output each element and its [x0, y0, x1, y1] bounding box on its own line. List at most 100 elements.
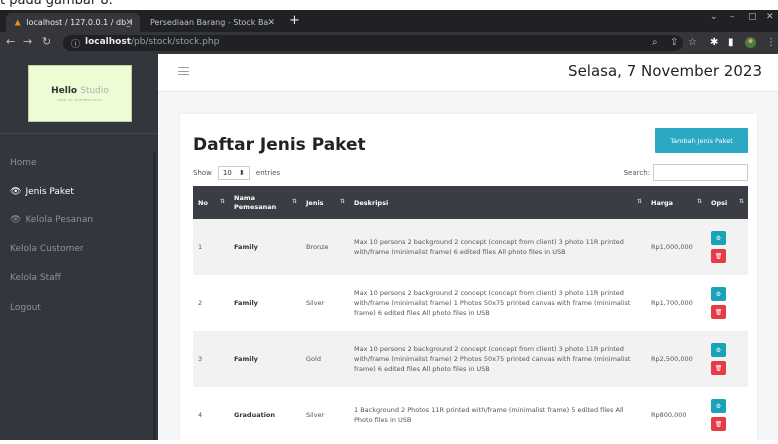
cell-opsi: ⚙ 🗑	[706, 331, 748, 387]
edit-button[interactable]: ⚙	[711, 343, 726, 357]
column-header-jenis[interactable]: Jenis ⇅	[301, 186, 349, 219]
header-label: Nama Pemesanan	[234, 193, 277, 211]
new-tab-button[interactable]: +	[289, 13, 300, 28]
site-info-icon[interactable]: ⓘ	[71, 37, 80, 50]
main-header: Selasa, 7 November 2023	[158, 54, 778, 92]
cell-no: 1	[193, 219, 229, 275]
sort-icon: ⇅	[696, 198, 702, 205]
share-icon[interactable]: ⇪	[670, 37, 678, 48]
tab-search-icon[interactable]: ⌄	[710, 12, 718, 22]
logo-lite: Studio	[80, 86, 109, 96]
sidebar-item-jenis-paket[interactable]: 👁 Jenis Paket	[10, 187, 74, 197]
sort-icon: ⇅	[738, 198, 744, 205]
cell-deskripsi: Max 10 persons 2 background 2 concept (c…	[349, 331, 646, 387]
hamburger-menu-icon[interactable]	[178, 67, 189, 75]
main-content: Daftar Jenis Paket Tambah Jenis Paket Sh…	[158, 92, 778, 444]
entries-control: Show 10 ⬍ entries	[193, 166, 280, 180]
column-header-deskripsi[interactable]: Deskripsi ⇅	[349, 186, 646, 219]
forward-icon[interactable]: →	[23, 35, 32, 48]
sort-icon: ⇅	[339, 198, 345, 205]
close-window-icon[interactable]: ✕	[766, 12, 774, 22]
trash-icon: 🗑	[714, 364, 723, 372]
browser-tab-phpmyadmin[interactable]: localhost / 127.0.0.1 / db_hello | ✕	[6, 13, 140, 32]
gear-icon: ⚙	[715, 346, 722, 354]
zoom-icon[interactable]: ⌕	[652, 37, 658, 48]
sort-icon: ⇅	[636, 198, 642, 205]
delete-button[interactable]: 🗑	[711, 305, 726, 319]
column-header-harga[interactable]: Harga ⇅	[646, 186, 706, 219]
entries-label: entries	[255, 169, 281, 177]
url-field[interactable]: ⓘ localhost/pb/stock/stock.php	[63, 35, 683, 51]
cell-jenis: Gold	[301, 331, 349, 387]
profile-avatar-icon[interactable]	[745, 37, 756, 51]
trash-icon: 🗑	[714, 308, 723, 316]
cell-harga: Rp1,000,000	[646, 219, 706, 275]
search-input[interactable]	[653, 164, 748, 181]
current-date: Selasa, 7 November 2023	[568, 62, 762, 80]
cell-no: 4	[193, 387, 229, 443]
delete-button[interactable]: 🗑	[711, 417, 726, 431]
header-label: Opsi	[711, 198, 728, 207]
phpmyadmin-icon	[14, 19, 21, 26]
close-tab-icon[interactable]: ✕	[125, 18, 133, 28]
tab-label: Persediaan Barang - Stock Barar	[150, 18, 268, 27]
edit-button[interactable]: ⚙	[711, 287, 726, 301]
minimize-icon[interactable]: –	[730, 12, 735, 22]
sidebar-scrollbar[interactable]	[153, 152, 156, 440]
sidebar-divider	[0, 133, 158, 134]
cell-jenis: Bronze	[301, 219, 349, 275]
header-label: Deskripsi	[354, 198, 389, 207]
column-header-opsi[interactable]: Opsi ⇅	[706, 186, 748, 219]
sidebar-item-home[interactable]: Home	[10, 158, 37, 168]
column-header-nama-pemesanan[interactable]: Nama Pemesanan ⇅	[229, 186, 301, 219]
edit-button[interactable]: ⚙	[711, 399, 726, 413]
sidebar-item-kelola-pesanan[interactable]: 👁 Kelola Pesanan	[10, 215, 93, 225]
cell-opsi: ⚙ 🗑	[706, 387, 748, 443]
eye-icon: 👁	[10, 215, 22, 225]
url-text: localhost/pb/stock/stock.php	[85, 37, 219, 47]
sort-icon: ⇅	[291, 198, 297, 205]
table-row: 2 Family Silver Max 10 persons 2 backgro…	[193, 275, 748, 331]
sidebar-item-label: Kelola Pesanan	[25, 215, 94, 225]
sidebar-item-label: Kelola Customer	[10, 244, 84, 254]
header-label: No	[198, 198, 208, 207]
browser-tab-stock[interactable]: Persediaan Barang - Stock Barar ✕	[142, 13, 282, 32]
sidepanel-icon[interactable]: ▮	[728, 37, 734, 48]
cell-nama: Family	[229, 331, 301, 387]
close-tab-icon[interactable]: ✕	[267, 18, 275, 28]
cell-jenis: Silver	[301, 275, 349, 331]
browser-address-bar: ← → ↻ ⓘ localhost/pb/stock/stock.php ⌕ ⇪…	[0, 32, 778, 54]
browser-menu-icon[interactable]: ⋮	[766, 37, 776, 48]
caption-strip: t pada gambar 8.	[0, 0, 778, 10]
cell-nama: Family	[229, 219, 301, 275]
cell-jenis: Silver	[301, 387, 349, 443]
cell-deskripsi: Max 10 persons 2 background 2 concept (c…	[349, 275, 646, 331]
sidebar-item-logout[interactable]: Logout	[10, 303, 41, 313]
column-header-no[interactable]: No ⇅	[193, 186, 229, 219]
entries-select[interactable]: 10 ⬍	[217, 166, 250, 180]
delete-button[interactable]: 🗑	[711, 249, 726, 263]
bookmark-star-icon[interactable]: ☆	[688, 37, 697, 48]
sidebar-item-kelola-customer[interactable]: Kelola Customer	[10, 244, 84, 254]
cell-no: 3	[193, 331, 229, 387]
gear-icon: ⚙	[715, 290, 722, 298]
add-jenis-paket-button[interactable]: Tambah Jenis Paket	[655, 128, 748, 153]
cell-deskripsi: 1 Background 2 Photos 11R printed with/f…	[349, 387, 646, 443]
search-control: Search:	[624, 164, 748, 181]
gear-icon: ⚙	[715, 402, 722, 410]
back-icon[interactable]: ←	[6, 35, 15, 48]
reload-icon[interactable]: ↻	[42, 35, 51, 48]
cell-opsi: ⚙ 🗑	[706, 219, 748, 275]
delete-button[interactable]: 🗑	[711, 361, 726, 375]
maximize-icon[interactable]: ▢	[748, 12, 757, 22]
url-host: localhost	[85, 37, 132, 47]
tab-label: localhost / 127.0.0.1 / db_hello |	[26, 18, 132, 27]
cell-harga: Rp800,000	[646, 387, 706, 443]
extensions-icon[interactable]: ✱	[710, 37, 718, 48]
table-header-row: No ⇅ Nama Pemesanan ⇅ Jenis ⇅ Deskripsi ⇅ Ha…	[193, 186, 748, 219]
edit-button[interactable]: ⚙	[711, 231, 726, 245]
logo-text: Hello Studio	[29, 86, 131, 96]
logo-main: Hello	[51, 86, 78, 96]
sidebar-item-kelola-staff[interactable]: Kelola Staff	[10, 273, 61, 283]
show-label: Show	[193, 169, 212, 177]
